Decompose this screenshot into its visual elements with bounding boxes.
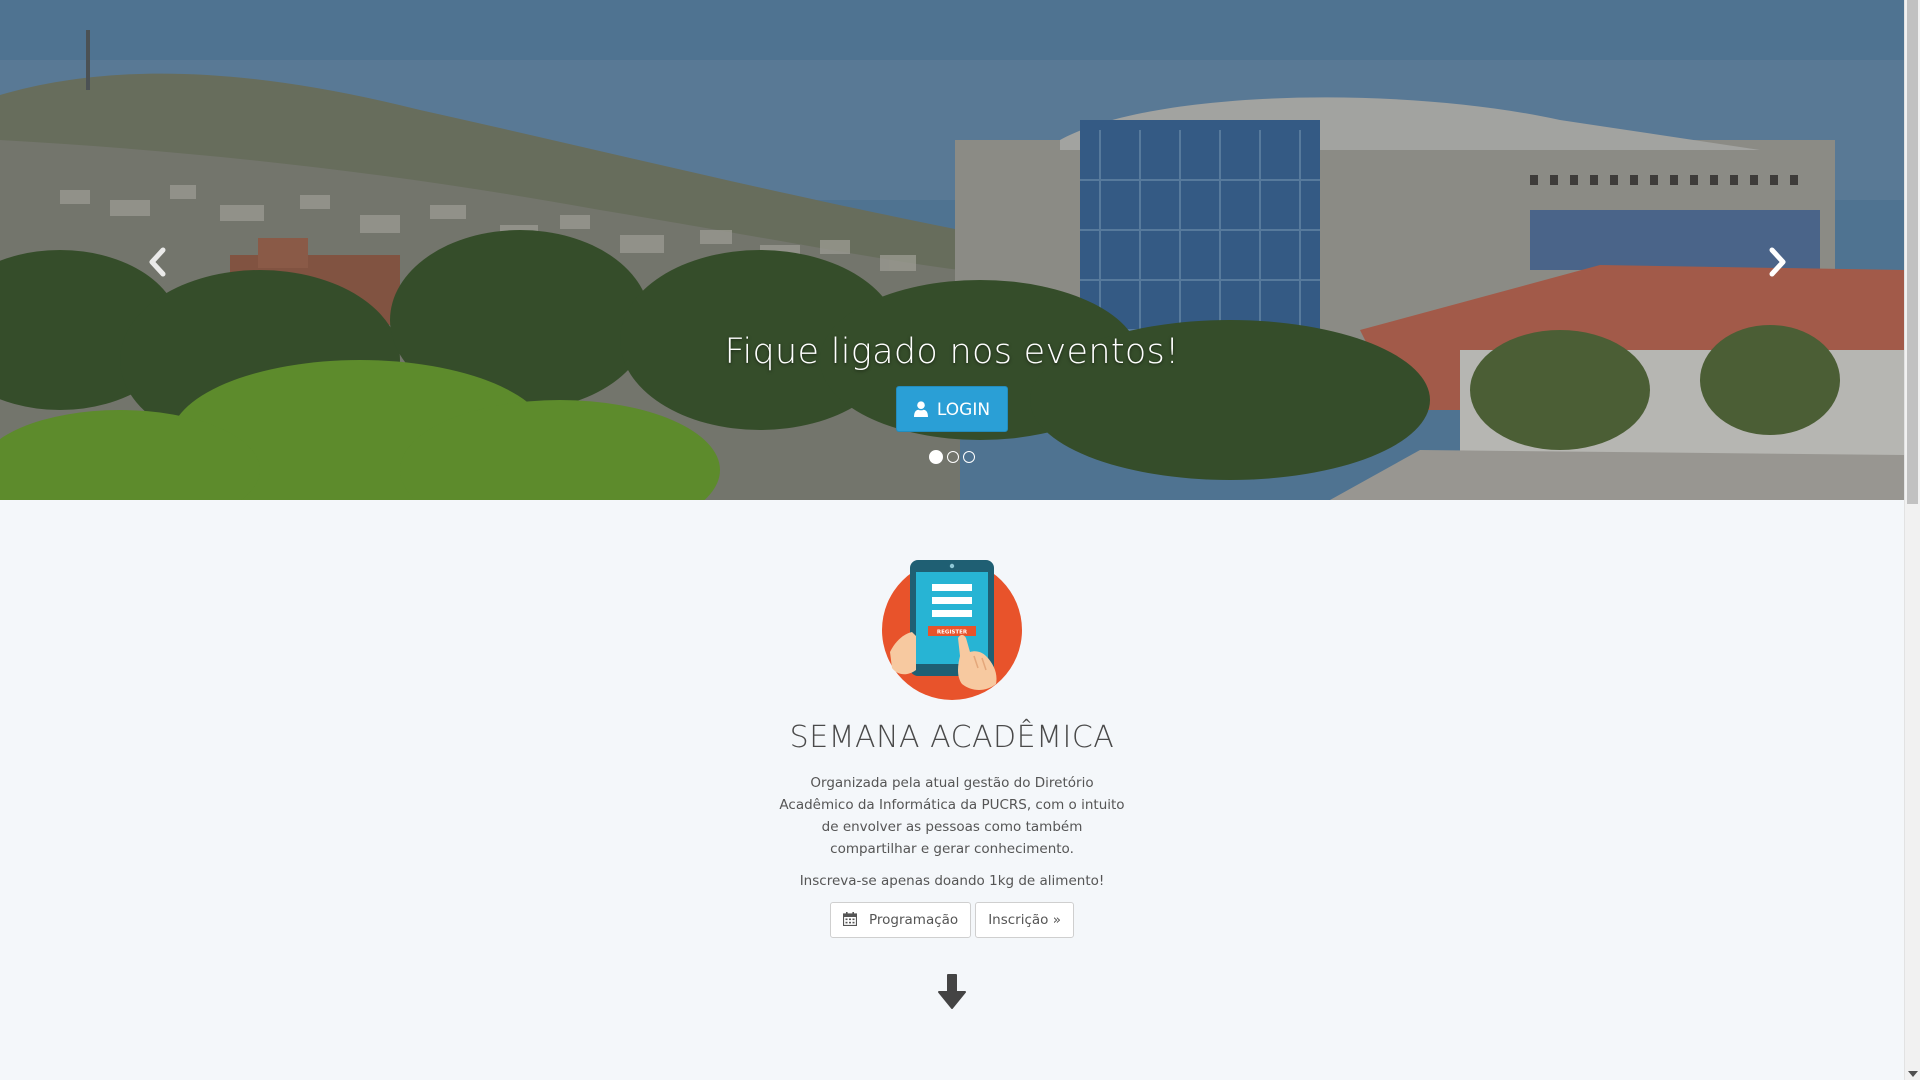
schedule-button[interactable]: Programação (830, 902, 972, 938)
section-description: Organizada pela atual gestão do Diretóri… (779, 775, 1125, 857)
carousel-indicator-2[interactable] (947, 451, 959, 463)
main-section: REGISTER SEMANA ACADÊMICA Organizada pel… (0, 500, 1904, 1012)
signup-button[interactable]: Inscrição » (975, 902, 1074, 938)
carousel-indicator-1[interactable] (929, 450, 943, 464)
chevron-left-icon (149, 247, 166, 277)
register-label: REGISTER (937, 630, 968, 636)
carousel-next-button[interactable] (1762, 244, 1792, 280)
caption-title: Fique ligado nos eventos! (724, 332, 1180, 372)
chevron-right-icon (1769, 247, 1786, 277)
register-tablet-illustration: REGISTER (882, 560, 1022, 700)
hero-carousel: Fique ligado nos eventos! LOGIN (0, 0, 1904, 500)
calendar-icon (843, 912, 857, 926)
arrow-down-icon[interactable] (932, 972, 972, 1012)
signup-label: Inscrição » (988, 912, 1061, 928)
carousel-caption: Fique ligado nos eventos! LOGIN (0, 326, 1904, 432)
scroll-down-arrow-icon[interactable] (1908, 1071, 1918, 1077)
login-button[interactable]: LOGIN (895, 386, 1009, 432)
scrollbar-thumb[interactable] (1907, 0, 1918, 504)
login-label: LOGIN (936, 400, 991, 420)
action-buttons: Programação Inscrição » (0, 902, 1904, 938)
carousel-prev-button[interactable] (143, 244, 173, 280)
vertical-scrollbar[interactable] (1904, 0, 1920, 1080)
carousel-indicator-3[interactable] (963, 451, 975, 463)
schedule-label: Programação (869, 912, 959, 928)
user-icon (913, 401, 928, 417)
page: Fique ligado nos eventos! LOGIN REGISTER (0, 0, 1904, 1080)
carousel-indicators (0, 450, 1904, 464)
signup-cta-text: Inscreva-se apenas doando 1kg de aliment… (799, 873, 1105, 889)
section-title: SEMANA ACADÊMICA (789, 720, 1115, 755)
